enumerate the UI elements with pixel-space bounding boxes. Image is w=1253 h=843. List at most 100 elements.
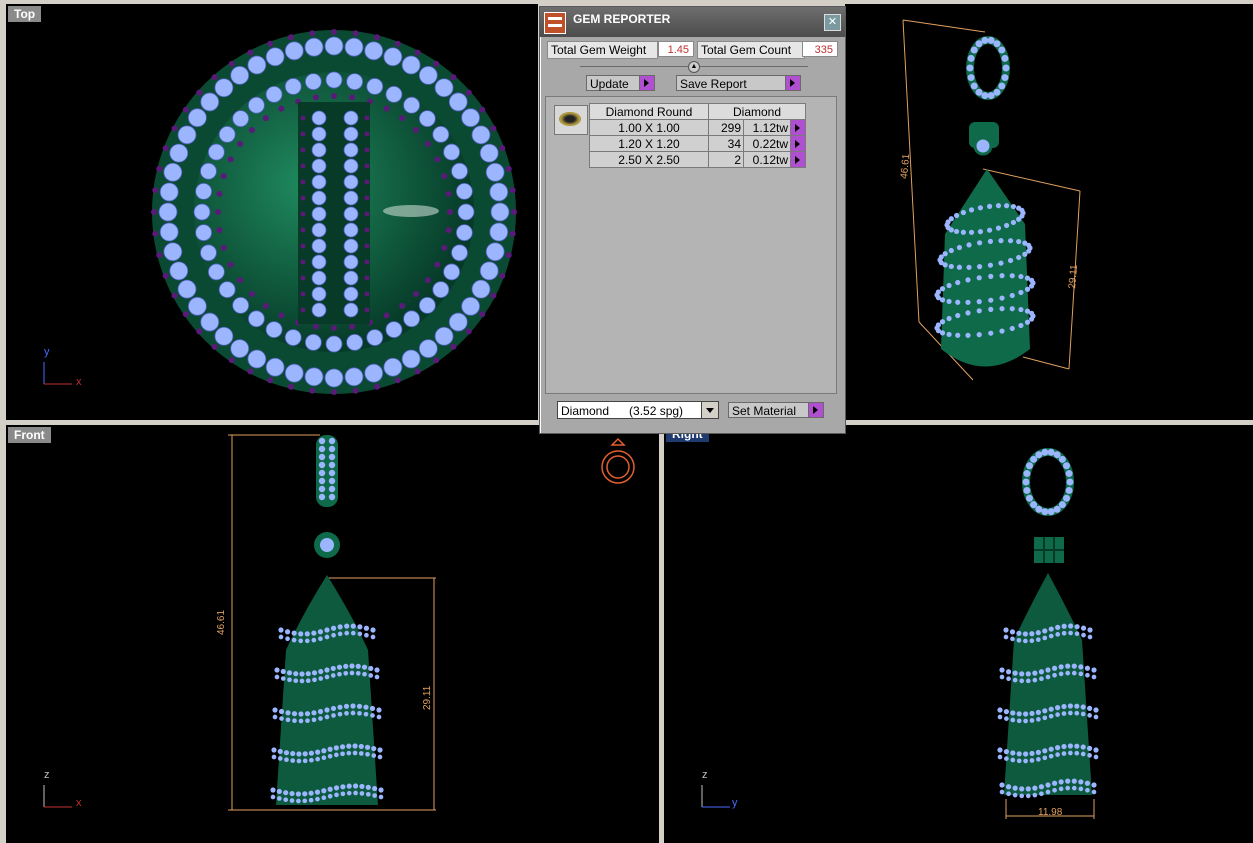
gem (451, 244, 468, 262)
gem (418, 296, 436, 314)
gem (1035, 451, 1043, 459)
gem (1018, 322, 1024, 329)
close-icon[interactable]: ✕ (824, 14, 841, 31)
gem (489, 222, 509, 242)
gem (359, 791, 365, 796)
prong (364, 243, 370, 249)
gem (967, 74, 975, 82)
gem (970, 82, 978, 90)
gem (311, 286, 327, 302)
gem (490, 202, 510, 222)
gem (344, 710, 349, 716)
save-report-button[interactable]: Save Report (676, 75, 801, 91)
gem (956, 264, 963, 270)
gem (324, 674, 330, 680)
gem (455, 224, 473, 242)
perspective-render: 46.61 29.11 (899, 19, 1081, 381)
gem (1068, 630, 1073, 636)
table-row[interactable]: 2.50 X 2.50 2 0.12tw (589, 151, 806, 168)
gem (401, 349, 421, 369)
gem (270, 794, 276, 800)
gem (1003, 634, 1009, 640)
gem (1035, 637, 1041, 642)
ring-gizmo-icon[interactable] (601, 437, 635, 484)
prong (248, 291, 255, 298)
table-row[interactable]: 1.20 X 1.20 34 0.22tw (589, 135, 806, 152)
diamond-round-icon[interactable] (554, 105, 588, 135)
gem (1032, 677, 1038, 683)
gem (448, 92, 468, 112)
prong (364, 147, 370, 153)
gem (1003, 627, 1009, 633)
gem (1055, 752, 1060, 757)
gem (328, 469, 336, 477)
prong (220, 244, 227, 251)
prong (300, 131, 306, 137)
prong (445, 190, 452, 197)
gem (158, 202, 178, 222)
collapse-toggle-icon[interactable]: ▲ (688, 61, 700, 73)
gem (939, 319, 946, 325)
gem (291, 637, 297, 643)
perspective-viewport[interactable]: 46.61 29.11 (845, 4, 1253, 420)
gem (324, 707, 330, 713)
gem (325, 335, 343, 353)
gem (955, 279, 961, 286)
gem (1003, 749, 1009, 755)
prong (227, 261, 234, 268)
gem (311, 630, 317, 636)
gem (975, 40, 983, 48)
update-button[interactable]: Update (586, 75, 655, 91)
gem (1025, 671, 1031, 677)
gem (363, 711, 369, 717)
gem (331, 632, 336, 638)
prong (331, 93, 337, 99)
gem (401, 55, 421, 75)
dialog-titlebar[interactable]: GEM REPORTER ✕ (540, 7, 845, 37)
row-select-arrow-icon[interactable] (790, 135, 806, 152)
gem (1006, 676, 1011, 682)
gem (1061, 711, 1067, 716)
table-row[interactable]: 1.00 X 1.00 299 1.12tw (589, 119, 806, 136)
gem (315, 796, 320, 802)
gem (346, 73, 364, 91)
gem (207, 263, 225, 281)
gem (1012, 670, 1018, 676)
right-dim-1: 11.98 (1038, 807, 1063, 818)
right-viewport[interactable]: 11.98 Right z y (664, 425, 1253, 843)
gem (965, 299, 971, 305)
gem (1022, 478, 1030, 486)
save-report-button-label: Save Report (680, 77, 747, 91)
gem (1039, 791, 1044, 797)
gem (330, 673, 336, 678)
gem (1030, 455, 1038, 463)
prong (228, 60, 235, 67)
gem (1039, 676, 1044, 682)
viewport-label-front[interactable]: Front (8, 427, 51, 443)
top-viewport[interactable]: Top y x (6, 4, 538, 420)
prong (216, 190, 223, 197)
set-material-button[interactable]: Set Material (728, 402, 824, 418)
gem (324, 368, 344, 388)
gem (339, 744, 346, 750)
gem (318, 485, 326, 493)
gem (349, 663, 355, 669)
gem (318, 461, 326, 469)
gem (1001, 74, 1009, 82)
row-select-arrow-icon[interactable] (790, 119, 806, 136)
gem (304, 37, 324, 57)
gem (1055, 632, 1061, 637)
gem (1087, 713, 1092, 718)
gem (343, 142, 359, 158)
chevron-down-icon[interactable] (701, 402, 718, 418)
gem (1003, 222, 1010, 229)
material-select[interactable]: Diamond (3.52 spg) (557, 401, 719, 419)
front-viewport[interactable]: 46.61 29.11 Front z x (6, 425, 659, 843)
gem (272, 707, 278, 713)
prong (445, 227, 452, 234)
viewport-label-top[interactable]: Top (8, 6, 42, 22)
prong (262, 115, 269, 122)
row-select-arrow-icon[interactable] (790, 151, 806, 168)
gem (376, 707, 382, 713)
gem (1052, 672, 1057, 678)
